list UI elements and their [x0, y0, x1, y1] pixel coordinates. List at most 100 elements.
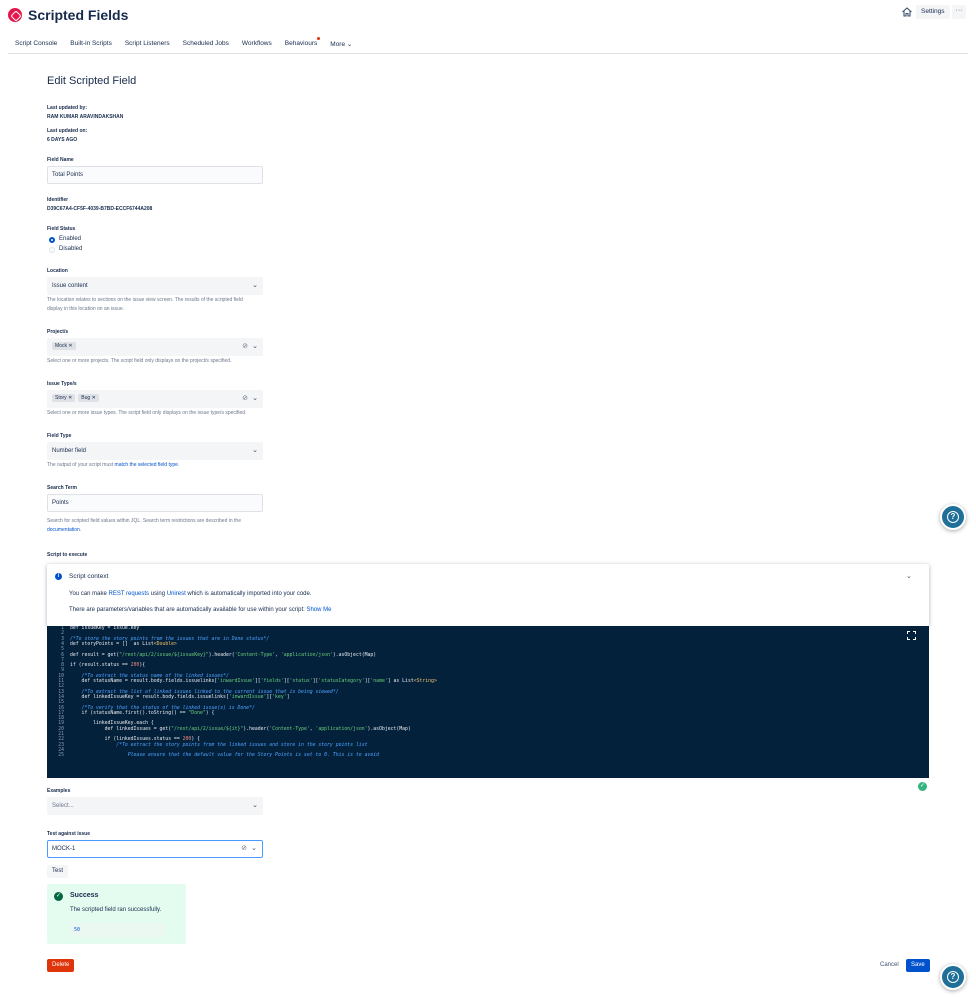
- context-text: using: [149, 591, 167, 597]
- search-term-input[interactable]: Points: [47, 494, 263, 512]
- nav-item-behaviours[interactable]: Behaviours: [284, 37, 321, 48]
- remove-chip-icon[interactable]: ✕: [68, 343, 72, 349]
- chevron-down-icon: ⌄: [252, 343, 258, 350]
- last-updated-by-label: Last updated by:: [47, 105, 88, 111]
- expand-icon[interactable]: [907, 631, 916, 640]
- code-line: 25 Please ensure that the default value …: [58, 753, 380, 759]
- projects-label: Project/s: [47, 329, 69, 335]
- success-title: Success: [70, 892, 99, 899]
- nav-item-workflows[interactable]: Workflows: [242, 40, 272, 48]
- last-updated-on-label: Last updated on:: [47, 128, 88, 134]
- settings-button[interactable]: Settings: [916, 5, 950, 19]
- code-line: 20 def linkedIssues = get("/rest/api/2/i…: [58, 726, 411, 732]
- field-status-label: Field Status: [47, 226, 76, 232]
- field-type-help-text: The output of your script must: [47, 462, 115, 468]
- location-value: Issue content: [52, 283, 88, 289]
- show-me-link[interactable]: Show Me: [306, 607, 331, 613]
- help-button[interactable]: ?: [940, 964, 966, 990]
- nav-item-behaviours-label: Behaviours: [284, 40, 318, 47]
- context-text: There are parameters/variables that are …: [69, 607, 307, 613]
- remove-chip-icon[interactable]: ✕: [68, 395, 72, 401]
- rest-requests-link[interactable]: REST requests: [108, 591, 149, 597]
- field-type-select[interactable]: Number field ⌄: [47, 442, 263, 460]
- script-label: Script to execute: [47, 552, 88, 558]
- nav-item-script-console[interactable]: Script Console: [15, 40, 57, 48]
- field-name-input[interactable]: Total Points: [47, 166, 263, 184]
- info-icon: i: [55, 573, 62, 580]
- chevron-down-icon[interactable]: ⌄: [906, 572, 912, 580]
- status-disabled-label: Disabled: [59, 246, 83, 252]
- examples-label: Examples: [47, 788, 71, 794]
- match-field-type-link[interactable]: match the selected field type: [115, 462, 178, 468]
- notification-dot: [317, 37, 321, 40]
- remove-chip-icon[interactable]: ✕: [92, 395, 96, 401]
- status-enabled-radio[interactable]: [49, 237, 55, 243]
- projects-select[interactable]: Mock ✕ ⊘ ⌄: [47, 338, 263, 356]
- code-line: 14 def linkedIssueKey = result.body.fiel…: [58, 694, 290, 700]
- issue-type-chip[interactable]: Story ✕: [52, 394, 76, 403]
- code-line: 6 def result = get("/rest/api/2/issue/${i…: [61, 652, 377, 658]
- identifier-value: D39C67A4-CF5F-4039-B7BD-ECCF6744A208: [47, 206, 153, 212]
- more-actions-button[interactable]: ···: [952, 5, 966, 19]
- test-issue-input[interactable]: MOCK-1 ⊘ ⌄: [47, 840, 263, 858]
- last-updated-by-value: RAM KUMAR ARAVINDAKSHAN: [47, 114, 124, 120]
- save-button[interactable]: Save: [906, 959, 930, 972]
- nav-item-more[interactable]: More ⌄: [330, 40, 352, 48]
- status-disabled-radio[interactable]: [49, 247, 55, 253]
- status-enabled-label: Enabled: [59, 236, 82, 242]
- chevron-down-icon: ⌄: [346, 41, 353, 48]
- delete-button[interactable]: Delete: [47, 959, 75, 972]
- test-issue-label: Test against issue: [47, 831, 90, 837]
- main-nav: Script Console Built-in Scripts Script L…: [15, 37, 365, 48]
- project-chip-label: Mock: [55, 343, 67, 350]
- code-editor[interactable]: 1 def issueKey = issue.key 2 3/*To store …: [47, 626, 929, 778]
- issue-types-select[interactable]: Story ✕ Bug ✕ ⊘ ⌄: [47, 390, 263, 408]
- chevron-down-icon: ⌄: [252, 447, 258, 454]
- field-name-label: Field Name: [47, 157, 74, 163]
- code-line: 23 /*To extract the story points from th…: [58, 742, 368, 748]
- nav-item-built-in-scripts[interactable]: Built-in Scripts: [70, 40, 112, 48]
- clear-selection-icon[interactable]: ⊘: [242, 338, 248, 356]
- chevron-down-icon: ⌄: [252, 395, 258, 402]
- nav-item-scheduled-jobs[interactable]: Scheduled Jobs: [183, 40, 229, 48]
- help-button[interactable]: ?: [940, 504, 966, 530]
- help-icon: ?: [947, 971, 959, 983]
- clear-selection-icon[interactable]: ⊘: [241, 841, 247, 857]
- location-select[interactable]: Issue content ⌄: [47, 277, 263, 295]
- project-chip[interactable]: Mock ✕: [52, 342, 76, 351]
- check-circle-icon: ✓: [918, 782, 927, 791]
- context-text: You can make: [69, 591, 109, 597]
- script-context-line-1: You can make REST requests using Unirest…: [69, 591, 312, 597]
- chevron-down-icon: ⌄: [252, 282, 258, 289]
- script-context-title: Script context: [69, 573, 109, 580]
- context-text: which is automatically imported into you…: [185, 591, 312, 597]
- clear-selection-icon[interactable]: ⊘: [242, 390, 248, 408]
- code-line: 11 def statusName = result.body.fields.i…: [58, 679, 437, 684]
- search-help-end: .: [79, 527, 82, 533]
- field-type-label: Field Type: [47, 433, 72, 439]
- identifier-label: Identifier: [47, 197, 69, 203]
- field-type-value: Number field: [52, 448, 87, 454]
- test-button[interactable]: Test: [47, 865, 69, 878]
- unirest-link[interactable]: Unirest: [167, 591, 186, 597]
- issue-type-chip-label: Bug: [81, 395, 91, 402]
- location-label: Location: [47, 268, 68, 274]
- location-help-line-2: display in this location on an issue.: [47, 306, 124, 312]
- documentation-link[interactable]: documentation: [47, 527, 80, 533]
- app-title: Scripted Fields: [28, 7, 129, 23]
- home-icon[interactable]: [901, 6, 913, 18]
- result-value: 50: [70, 923, 164, 937]
- code-line: 17 if (statusName.first().toString() == …: [58, 710, 215, 716]
- cancel-button[interactable]: Cancel: [876, 959, 903, 972]
- field-type-help: The output of your script must match the…: [47, 461, 179, 470]
- chevron-down-icon: ⌄: [252, 802, 258, 809]
- success-message: The scripted field ran successfully.: [70, 907, 162, 913]
- examples-select[interactable]: Select... ⌄: [47, 797, 263, 815]
- scriptrunner-logo-icon: [8, 8, 22, 22]
- last-updated-on-value: 6 DAYS AGO: [47, 137, 78, 143]
- page-title: Edit Scripted Field: [47, 75, 137, 87]
- location-help-line-1: The location relates to sections on the …: [47, 297, 243, 303]
- nav-divider: [8, 53, 968, 54]
- issue-type-chip[interactable]: Bug ✕: [78, 394, 99, 403]
- nav-item-script-listeners[interactable]: Script Listeners: [125, 40, 170, 48]
